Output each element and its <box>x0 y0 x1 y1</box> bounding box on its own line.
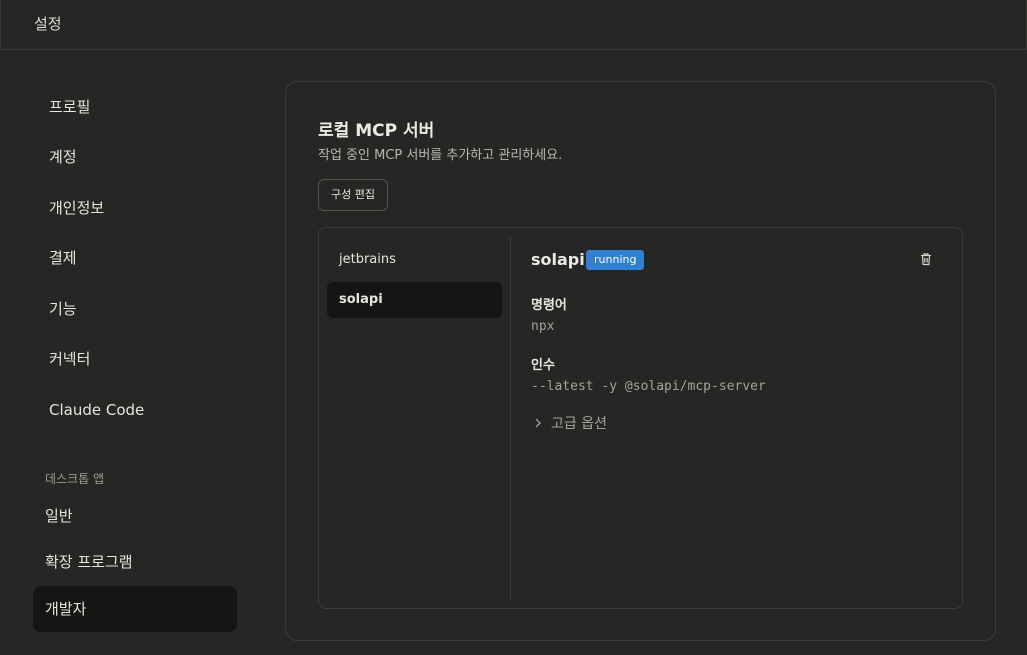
sidebar-item-general[interactable]: 일반 <box>33 493 237 539</box>
sidebar-item-developer[interactable]: 개발자 <box>33 586 237 632</box>
page-subtitle: 작업 중인 MCP 서버를 추가하고 관리하세요. <box>318 148 563 163</box>
server-detail: solapi running 명령어 npx 인수 --latest -y @s… <box>531 228 951 608</box>
sidebar-item-extensions[interactable]: 확장 프로그램 <box>33 539 237 585</box>
sidebar-item-profile[interactable]: 프로필 <box>49 95 90 119</box>
advanced-options-toggle[interactable]: 고급 옵션 <box>531 413 607 433</box>
command-label: 명령어 <box>531 298 567 313</box>
sidebar-item-connectors[interactable]: 커넥터 <box>49 347 90 371</box>
desktop-app-section-label: 데스크톱 앱 <box>45 472 105 486</box>
sidebar-item-features[interactable]: 기능 <box>49 297 77 321</box>
divider <box>510 236 511 600</box>
chevron-right-icon <box>531 416 545 430</box>
mcp-servers-panel: 로컬 MCP 서버 작업 중인 MCP 서버를 추가하고 관리하세요. 구성 편… <box>285 81 996 641</box>
window-title: 설정 <box>34 15 62 33</box>
trash-icon[interactable] <box>918 251 934 267</box>
sidebar-item-account[interactable]: 계정 <box>49 145 77 169</box>
sidebar-item-privacy[interactable]: 개인정보 <box>49 196 104 220</box>
sidebar: 프로필 계정 개인정보 결제 기능 커넥터 Claude Code 데스크톱 앱… <box>0 50 260 655</box>
args-value: --latest -y @solapi/mcp-server <box>531 379 766 394</box>
edit-config-button[interactable]: 구성 편집 <box>318 179 388 211</box>
command-value: npx <box>531 319 555 334</box>
server-list: jetbrains solapi <box>319 228 511 608</box>
server-item-solapi[interactable]: solapi <box>327 282 502 318</box>
server-name: solapi <box>531 250 585 269</box>
advanced-options-label: 고급 옵션 <box>551 416 607 432</box>
sidebar-item-claude-code[interactable]: Claude Code <box>49 398 144 422</box>
sidebar-item-billing[interactable]: 결제 <box>49 246 77 270</box>
server-container: jetbrains solapi solapi running 명령어 npx … <box>318 227 963 609</box>
page-title: 로컬 MCP 서버 <box>318 121 435 141</box>
server-item-jetbrains[interactable]: jetbrains <box>327 242 502 278</box>
args-label: 인수 <box>531 358 555 373</box>
status-badge: running <box>586 250 645 270</box>
title-bar: 설정 <box>0 0 1027 50</box>
